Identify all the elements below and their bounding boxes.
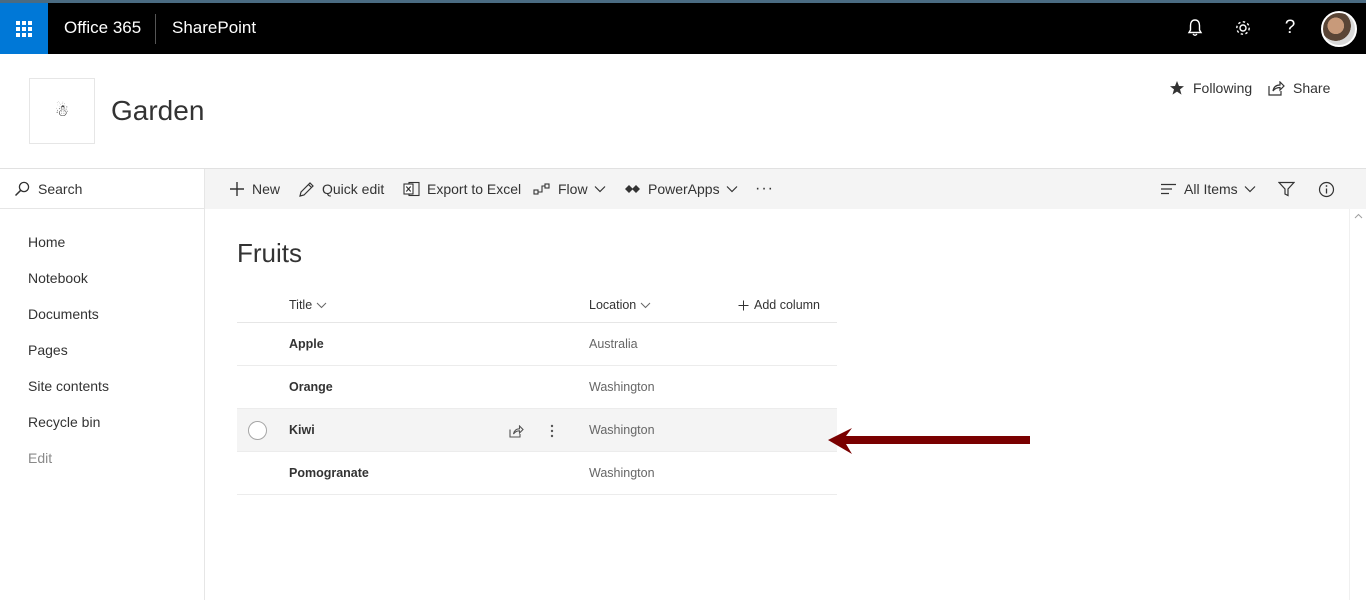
nav-item-pages[interactable]: Pages [28, 342, 68, 358]
annotation-arrow [828, 428, 1030, 454]
more-icon: ··· [755, 180, 774, 197]
filter-button[interactable] [1278, 169, 1302, 209]
suite-app-name[interactable]: SharePoint [172, 18, 256, 38]
view-label: All Items [1184, 181, 1238, 197]
notifications-button[interactable] [1182, 14, 1208, 42]
plus-icon [230, 182, 244, 196]
command-bar: New Quick edit Export to Excel Flow Powe… [205, 169, 1366, 209]
chevron-down-icon [1244, 186, 1256, 193]
row-select-checkbox[interactable] [248, 421, 267, 440]
plus-icon [738, 300, 749, 310]
quick-edit-button[interactable]: Quick edit [298, 169, 384, 209]
share-icon [508, 424, 524, 438]
add-column-label: Add column [754, 298, 821, 312]
row-title[interactable]: Kiwi [289, 423, 315, 437]
help-button[interactable]: ? [1277, 14, 1303, 42]
new-button[interactable]: New [229, 169, 280, 209]
flow-label: Flow [558, 181, 588, 197]
settings-button[interactable] [1230, 14, 1256, 42]
following-button[interactable]: Following [1169, 80, 1252, 96]
nav-edit-link[interactable]: Edit [28, 450, 52, 466]
app-launcher-button[interactable] [0, 3, 48, 54]
row-share-button[interactable] [507, 422, 525, 440]
column-header-title[interactable]: Title [289, 298, 327, 312]
row-location: Washington [589, 466, 655, 480]
bell-icon [1187, 19, 1203, 36]
nav-item-site-contents[interactable]: Site contents [28, 378, 109, 394]
avatar[interactable] [1321, 11, 1357, 47]
more-commands-button[interactable]: ··· [755, 169, 774, 209]
info-button[interactable] [1318, 169, 1342, 209]
share-label: Share [1293, 80, 1331, 96]
quick-edit-label: Quick edit [322, 181, 385, 197]
suite-bar: Office 365 SharePoint ? [0, 0, 1366, 54]
export-label: Export to Excel [427, 181, 522, 197]
suite-divider [155, 14, 156, 44]
view-selector[interactable]: All Items [1160, 169, 1256, 209]
help-icon: ? [1284, 17, 1296, 38]
list-row-hovered[interactable]: Kiwi Washington [237, 409, 837, 452]
row-title[interactable]: Pomogranate [289, 466, 369, 480]
row-title[interactable]: Orange [289, 380, 333, 394]
search-placeholder: Search [38, 180, 83, 197]
pencil-icon [299, 181, 314, 197]
flow-icon [533, 183, 550, 195]
left-navigation: Search Home Notebook Documents Pages Sit… [0, 169, 205, 600]
chevron-down-icon [316, 302, 327, 308]
add-column-button[interactable]: Add column [738, 298, 820, 312]
chevron-down-icon [726, 186, 738, 193]
waffle-icon [16, 20, 32, 37]
row-location: Washington [589, 423, 655, 437]
list-row[interactable]: Orange Washington [237, 366, 837, 409]
new-label: New [252, 181, 281, 197]
scrollbar[interactable] [1349, 209, 1366, 600]
view-icon [1161, 183, 1176, 195]
gear-icon [1236, 21, 1250, 35]
site-logo-glyph: ☃ [54, 103, 70, 120]
search-icon [14, 181, 30, 196]
nav-item-documents[interactable]: Documents [28, 306, 99, 322]
list-row[interactable]: Apple Australia [237, 323, 837, 366]
row-location: Australia [589, 337, 638, 351]
excel-icon [403, 181, 420, 197]
column-header-location[interactable]: Location [589, 298, 651, 312]
following-label: Following [1193, 80, 1253, 96]
chevron-up-icon [1354, 213, 1363, 219]
column-location-label: Location [589, 298, 637, 312]
share-icon [1268, 80, 1285, 96]
row-title[interactable]: Apple [289, 337, 324, 351]
star-icon [1170, 81, 1184, 95]
flow-button[interactable]: Flow [533, 169, 606, 209]
chevron-down-icon [640, 302, 651, 308]
more-vertical-icon [550, 424, 554, 438]
list-title: Fruits [237, 238, 302, 268]
filter-icon [1278, 181, 1295, 197]
powerapps-icon [625, 185, 640, 193]
nav-item-home[interactable]: Home [28, 234, 65, 250]
nav-item-recycle-bin[interactable]: Recycle bin [28, 414, 100, 430]
chevron-down-icon [594, 186, 605, 193]
export-to-excel-button[interactable]: Export to Excel [403, 169, 521, 209]
site-logo[interactable]: ☃ [29, 78, 95, 144]
powerapps-button[interactable]: PowerApps [624, 169, 738, 209]
info-icon [1318, 181, 1335, 197]
list-row[interactable]: Pomogranate Washington [237, 452, 837, 495]
nav-item-notebook[interactable]: Notebook [28, 270, 88, 286]
top-strip [0, 0, 1366, 3]
suite-title[interactable]: Office 365 [64, 18, 141, 38]
site-title[interactable]: Garden [111, 95, 204, 127]
row-more-button[interactable] [543, 422, 561, 440]
search-box[interactable]: Search [0, 169, 204, 209]
powerapps-label: PowerApps [648, 181, 720, 197]
column-title-label: Title [289, 298, 313, 312]
share-button[interactable]: Share [1268, 80, 1330, 96]
row-location: Washington [589, 380, 655, 394]
